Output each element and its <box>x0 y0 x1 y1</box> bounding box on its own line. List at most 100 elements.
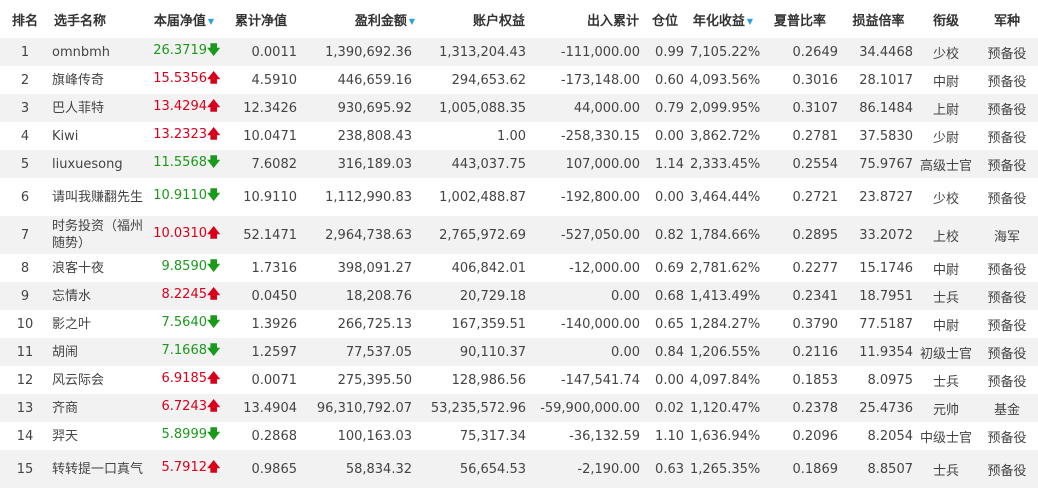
player-name-link[interactable]: 齐商 <box>50 394 146 422</box>
pl-ratio-cell: 25.4736 <box>841 394 916 422</box>
sharpe-cell: 0.2895 <box>759 216 841 254</box>
pl-ratio-cell: 8.8507 <box>841 450 916 488</box>
player-name-link[interactable]: 转转提一口真气 <box>50 450 146 488</box>
player-name-link[interactable]: 胡闹 <box>50 338 146 366</box>
rank-title-cell: 少校 <box>916 38 976 66</box>
pl-ratio-cell: 11.9354 <box>841 338 916 366</box>
cum-nav-cell: 0.0011 <box>222 38 300 66</box>
sharpe-cell: 0.2781 <box>759 122 841 150</box>
table-row[interactable]: 5 liuxuesong 11.5568🡇 7.6082 316,189.03 443,0… <box>0 150 1038 178</box>
army-cell: 预备役 <box>976 310 1038 338</box>
cum-nav-cell: 1.2597 <box>222 338 300 366</box>
header-cum-nav[interactable]: 累计净值 <box>222 0 300 38</box>
player-name-link[interactable]: 羿天 <box>50 422 146 450</box>
rank-title-cell: 上尉 <box>916 94 976 122</box>
position-cell: 1.14 <box>643 150 687 178</box>
header-army[interactable]: 军种 <box>976 0 1038 38</box>
header-nav[interactable]: 本届净值 ▼ <box>146 0 222 38</box>
inout-cell: -12,000.00 <box>529 254 643 282</box>
army-cell: 基金 <box>976 394 1038 422</box>
equity-cell: 2,765,972.69 <box>415 216 529 254</box>
header-cum-nav-label: 累计净值 <box>234 13 287 29</box>
table-row[interactable]: 2 旗峰传奇 15.5356🡅 4.5910 446,659.16 294,653.62-… <box>0 66 1038 94</box>
position-cell: 0.00 <box>643 366 687 394</box>
nav-value: 13.4294 <box>153 99 207 114</box>
header-pl-ratio[interactable]: 损益倍率 <box>841 0 916 38</box>
player-name-link[interactable]: 风云际会 <box>50 366 146 394</box>
player-name-link[interactable]: 浪客十夜 <box>50 254 146 282</box>
table-row[interactable]: 4 Kiwi 13.2323🡅 10.0471 238,808.43 1.00 -258,3… <box>0 122 1038 150</box>
header-position[interactable]: 仓位 <box>643 0 687 38</box>
table-row[interactable]: 1 omnbmh 26.3719🡇 0.0011 1,390,692.36 1,313,2… <box>0 38 1038 66</box>
nav-value: 15.5356 <box>153 71 207 86</box>
table-row[interactable]: 15 转转提一口真气 5.7912🡅 0.9865 58,834.32 56,654.53… <box>0 450 1038 488</box>
rank-title-cell: 士兵 <box>916 282 976 310</box>
position-cell: 0.68 <box>643 282 687 310</box>
player-name-link[interactable]: omnbmh <box>50 38 146 66</box>
player-name-link[interactable]: liuxuesong <box>50 150 146 178</box>
player-name-link[interactable]: Kiwi <box>50 122 146 150</box>
pl-ratio-cell: 28.1017 <box>841 66 916 94</box>
nav-value: 5.8999 <box>161 427 208 442</box>
player-name-link[interactable]: 旗峰传奇 <box>50 66 146 94</box>
table-row[interactable]: 10 影之叶 7.5640🡇 1.3926 266,725.13 167,359.51 -1… <box>0 310 1038 338</box>
inout-cell: -147,541.74 <box>529 366 643 394</box>
sharpe-cell: 0.3790 <box>759 310 841 338</box>
sharpe-cell: 0.1869 <box>759 450 841 488</box>
player-name-link[interactable]: 巴人菲特 <box>50 94 146 122</box>
table-header-row: 排名 选手名称 本届净值 ▼ 累计净值 盈利金额 ▼ 账户权益 出入累计 仓位 年化… <box>0 0 1038 38</box>
table-row[interactable]: 12 风云际会 6.9185🡅 0.0071 275,395.50 128,986.56-… <box>0 366 1038 394</box>
player-name-link[interactable]: 时务投资（福州随势） <box>50 216 146 254</box>
rank-cell: 12 <box>0 366 50 394</box>
pl-ratio-cell: 86.1484 <box>841 94 916 122</box>
equity-cell: 294,653.62 <box>415 66 529 94</box>
header-inout[interactable]: 出入累计 <box>529 0 643 38</box>
arrow-up-icon: 🡅 <box>207 127 221 142</box>
player-name-link[interactable]: 影之叶 <box>50 310 146 338</box>
rank-cell: 8 <box>0 254 50 282</box>
position-cell: 0.69 <box>643 254 687 282</box>
rank-cell: 5 <box>0 150 50 178</box>
header-army-label: 军种 <box>993 13 1020 29</box>
army-cell: 预备役 <box>976 38 1038 66</box>
table-row[interactable]: 13 齐商 6.7243🡅 13.4904 96,310,792.07 53,235,57… <box>0 394 1038 422</box>
sharpe-cell: 0.3016 <box>759 66 841 94</box>
cum-nav-cell: 0.0071 <box>222 366 300 394</box>
header-profit[interactable]: 盈利金额 ▼ <box>300 0 415 38</box>
army-cell: 预备役 <box>976 422 1038 450</box>
header-nav-label: 本届净值 <box>153 13 206 29</box>
nav-value: 26.3719 <box>153 43 207 58</box>
arrow-up-icon: 🡅 <box>207 399 221 414</box>
nav-cell: 5.7912🡅 <box>146 450 222 488</box>
position-cell: 0.82 <box>643 216 687 254</box>
header-equity-label: 账户权益 <box>472 13 525 29</box>
inout-cell: -140,000.00 <box>529 310 643 338</box>
header-annual[interactable]: 年化收益 ▼ <box>687 0 759 38</box>
equity-cell: 90,110.37 <box>415 338 529 366</box>
player-name-link[interactable]: 忘情水 <box>50 282 146 310</box>
profit-cell: 96,310,792.07 <box>300 394 415 422</box>
profit-cell: 446,659.16 <box>300 66 415 94</box>
cum-nav-cell: 7.6082 <box>222 150 300 178</box>
table-row[interactable]: 3 巴人菲特 13.4294🡅 12.3426 930,695.92 1,005,088.… <box>0 94 1038 122</box>
table-row[interactable]: 7 时务投资（福州随势） 10.0310🡅 52.1471 2,964,738.63 2,… <box>0 216 1038 254</box>
header-rank-title[interactable]: 衔级 <box>916 0 976 38</box>
header-profit-label: 盈利金额 <box>354 13 407 29</box>
cum-nav-cell: 0.0450 <box>222 282 300 310</box>
header-rank[interactable]: 排名 <box>0 0 50 38</box>
table-row[interactable]: 11 胡闹 7.1668🡇 1.2597 77,537.05 90,110.37 0.00 0… <box>0 338 1038 366</box>
army-cell: 预备役 <box>976 338 1038 366</box>
header-equity[interactable]: 账户权益 <box>415 0 529 38</box>
rank-title-cell: 高级士官 <box>916 150 976 178</box>
equity-cell: 406,842.01 <box>415 254 529 282</box>
nav-cell: 9.8590🡇 <box>146 254 222 282</box>
table-row[interactable]: 9 忘情水 8.2245🡅 0.0450 18,208.76 20,729.18 0.00 0… <box>0 282 1038 310</box>
profit-cell: 2,964,738.63 <box>300 216 415 254</box>
player-name-link[interactable]: 请叫我赚翻先生 <box>50 178 146 216</box>
nav-cell: 10.0310🡅 <box>146 216 222 254</box>
header-name[interactable]: 选手名称 <box>50 0 146 38</box>
table-row[interactable]: 8 浪客十夜 9.8590🡇 1.7316 398,091.27 406,842.01 -1… <box>0 254 1038 282</box>
table-row[interactable]: 14 羿天 5.8999🡇 0.2868 100,163.03 75,317.34 -36,… <box>0 422 1038 450</box>
header-sharpe[interactable]: 夏普比率 <box>759 0 841 38</box>
table-row[interactable]: 6 请叫我赚翻先生 10.9110🡇 10.9110 1,112,990.83 1,002… <box>0 178 1038 216</box>
